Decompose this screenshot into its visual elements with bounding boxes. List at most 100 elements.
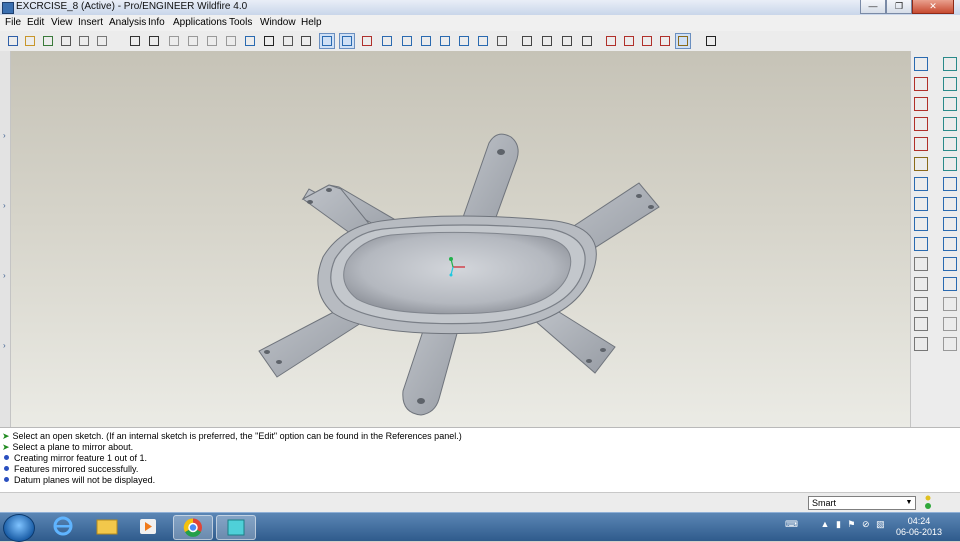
datum-planes-icon[interactable] <box>604 34 618 48</box>
reorient-icon[interactable] <box>438 34 452 48</box>
new-icon[interactable] <box>6 34 20 48</box>
expand-arrow-icon[interactable]: › <box>3 271 6 280</box>
trim-icon[interactable] <box>943 257 957 271</box>
layers-icon[interactable] <box>476 34 490 48</box>
minimize-button[interactable]: — <box>860 0 886 14</box>
menu-help[interactable]: Help <box>301 17 322 28</box>
extend-icon[interactable] <box>943 277 957 291</box>
cut-icon[interactable] <box>167 34 181 48</box>
zoom-out-icon[interactable] <box>400 34 414 48</box>
sketch-icon[interactable] <box>914 177 928 191</box>
merge-icon[interactable] <box>914 337 928 351</box>
find-icon[interactable] <box>262 34 276 48</box>
graphics-window[interactable] <box>11 51 910 427</box>
usb-icon[interactable]: ▮ <box>836 519 841 529</box>
print-icon[interactable] <box>59 34 73 48</box>
open-icon[interactable] <box>23 34 37 48</box>
shell-icon[interactable] <box>914 197 928 211</box>
extrude-icon[interactable] <box>943 77 957 91</box>
expand-arrow-icon[interactable]: › <box>3 341 6 350</box>
start-button[interactable] <box>3 514 35 542</box>
shading-icon[interactable] <box>520 34 534 48</box>
email-link-icon[interactable] <box>95 34 109 48</box>
variable-sweep-icon[interactable] <box>943 157 957 171</box>
wireframe-icon[interactable] <box>580 34 594 48</box>
email-icon[interactable] <box>77 34 91 48</box>
menu-analysis[interactable]: Analysis <box>109 17 146 28</box>
style-icon[interactable] <box>943 197 957 211</box>
solidify-icon[interactable] <box>943 337 957 351</box>
maximize-button[interactable]: ❐ <box>886 0 912 14</box>
menu-view[interactable]: View <box>51 17 73 28</box>
paste-special-icon[interactable] <box>224 34 238 48</box>
copy-icon[interactable] <box>943 237 957 251</box>
hidden-line-icon[interactable] <box>560 34 574 48</box>
thicken-icon[interactable] <box>943 317 957 331</box>
zoom-in-icon[interactable] <box>380 34 394 48</box>
view-manager-icon[interactable] <box>495 34 509 48</box>
menu-info[interactable]: Info <box>148 17 165 28</box>
round-icon[interactable] <box>914 237 928 251</box>
menu-edit[interactable]: Edit <box>27 17 44 28</box>
keyboard-icon[interactable]: ⌨ <box>785 519 798 529</box>
datum-axis-icon[interactable] <box>914 77 928 91</box>
proe-icon[interactable] <box>216 515 256 540</box>
datum-axes-icon[interactable] <box>622 34 636 48</box>
menu-window[interactable]: Window <box>260 17 296 28</box>
rib-icon[interactable] <box>914 297 928 311</box>
show-hidden-icons-icon[interactable]: ▲ <box>821 519 830 529</box>
context-help-icon[interactable] <box>704 34 718 48</box>
part-model[interactable] <box>11 51 910 427</box>
annotation-icon[interactable] <box>675 33 691 49</box>
no-network-icon[interactable]: ⊘ <box>862 519 870 529</box>
draft-icon[interactable] <box>914 277 928 291</box>
chevron-down-icon[interactable]: ▼ <box>904 498 914 508</box>
helical-sweep-icon[interactable] <box>943 177 957 191</box>
chamfer-icon[interactable] <box>914 257 928 271</box>
undo-icon[interactable] <box>128 34 142 48</box>
sweep-icon[interactable] <box>943 117 957 131</box>
spin-center-icon[interactable] <box>339 33 355 49</box>
datum-plane-icon[interactable] <box>914 57 928 71</box>
datum-curve-icon[interactable] <box>914 97 928 111</box>
repaint-icon[interactable] <box>319 33 335 49</box>
dropdown-icon[interactable] <box>299 34 313 48</box>
selection-filter-dropdown[interactable]: Smart ▼ <box>808 496 916 510</box>
proe-app-icon[interactable] <box>2 2 14 14</box>
blend-icon[interactable] <box>943 137 957 151</box>
menu-insert[interactable]: Insert <box>78 17 103 28</box>
flag-icon[interactable]: ⚑ <box>847 519 855 529</box>
close-button[interactable]: ✕ <box>912 0 954 14</box>
datum-points-icon[interactable] <box>640 34 654 48</box>
orient-mode-icon[interactable] <box>360 34 374 48</box>
offset-icon[interactable] <box>943 297 957 311</box>
signal-icon[interactable]: ▧ <box>876 519 885 529</box>
hole-icon[interactable] <box>914 217 928 231</box>
refit-icon[interactable] <box>419 34 433 48</box>
select-box-icon[interactable] <box>281 34 295 48</box>
expand-arrow-icon[interactable]: › <box>3 201 6 210</box>
navigator-collapse-strip[interactable]: › › › › <box>0 51 11 427</box>
no-hidden-icon[interactable] <box>540 34 554 48</box>
redo-icon[interactable] <box>147 34 161 48</box>
file-explorer-icon[interactable] <box>88 515 126 538</box>
clock[interactable]: 04:24 06-06-2013 <box>896 516 942 538</box>
saved-views-icon[interactable] <box>457 34 471 48</box>
menu-tools[interactable]: Tools <box>229 17 252 28</box>
paste-icon[interactable] <box>205 34 219 48</box>
menu-applications[interactable]: Applications <box>173 17 227 28</box>
save-icon[interactable] <box>41 34 55 48</box>
regenerate-icon[interactable] <box>243 34 257 48</box>
analysis-icon[interactable] <box>914 157 928 171</box>
menu-file[interactable]: File <box>5 17 21 28</box>
csys-icon[interactable] <box>658 34 672 48</box>
media-player-icon[interactable] <box>130 515 168 538</box>
copy-icon[interactable] <box>186 34 200 48</box>
pattern-icon[interactable] <box>943 57 957 71</box>
warp-icon[interactable] <box>943 217 957 231</box>
datum-point-icon[interactable] <box>914 117 928 131</box>
revolve-icon[interactable] <box>943 97 957 111</box>
expand-arrow-icon[interactable]: › <box>3 131 6 140</box>
mirror-icon[interactable] <box>914 317 928 331</box>
internet-explorer-icon[interactable] <box>44 515 82 538</box>
